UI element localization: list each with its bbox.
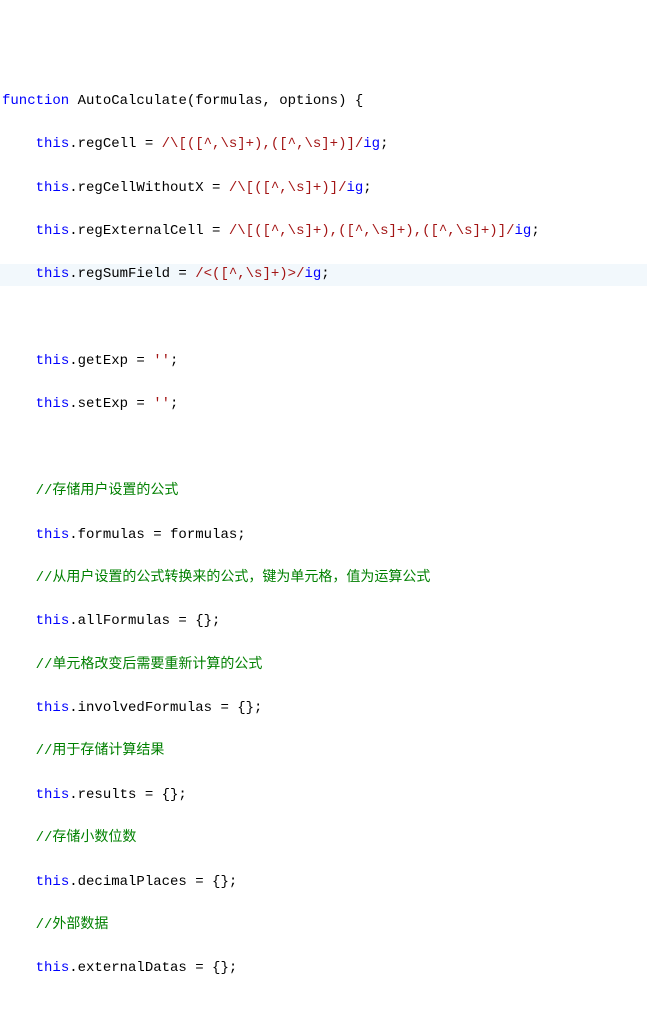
indent bbox=[2, 266, 36, 282]
keyword-this: this bbox=[36, 700, 70, 716]
statement: .formulas = formulas; bbox=[69, 527, 245, 543]
regex: /<([^,\s]+)>/ bbox=[195, 266, 304, 282]
indent bbox=[2, 136, 36, 152]
code-line-5-highlighted: this.regSumField = /<([^,\s]+)>/ig; bbox=[0, 264, 647, 286]
keyword-this: this bbox=[36, 613, 70, 629]
indent bbox=[2, 874, 36, 890]
code-line-1: function AutoCalculate(formulas, options… bbox=[0, 91, 647, 113]
code-line-12: this.involvedFormulas = {}; bbox=[0, 698, 647, 720]
string-literal: '' bbox=[153, 396, 170, 412]
code-line-10: this.formulas = formulas; bbox=[0, 525, 647, 547]
keyword-this: this bbox=[36, 180, 70, 196]
indent bbox=[2, 396, 36, 412]
regex: /\[([^,\s]+),([^,\s]+)]/ bbox=[162, 136, 364, 152]
indent bbox=[2, 787, 36, 803]
blank-line bbox=[0, 438, 647, 460]
comment-line: //存储小数位数 bbox=[0, 828, 647, 850]
code-line-7: this.getExp = ''; bbox=[0, 351, 647, 373]
semicolon: ; bbox=[531, 223, 539, 239]
semicolon: ; bbox=[170, 353, 178, 369]
regex-flags: ig bbox=[304, 266, 321, 282]
keyword-function: function bbox=[2, 93, 69, 109]
indent bbox=[2, 180, 36, 196]
code-line-4: this.regExternalCell = /\[([^,\s]+),([^,… bbox=[0, 221, 647, 243]
indent bbox=[2, 353, 36, 369]
semicolon: ; bbox=[380, 136, 388, 152]
string-literal: '' bbox=[153, 353, 170, 369]
statement: .allFormulas = {}; bbox=[69, 613, 220, 629]
assign: .setExp = bbox=[69, 396, 153, 412]
keyword-this: this bbox=[36, 960, 70, 976]
regex-flags: ig bbox=[363, 136, 380, 152]
code-line-15: this.externalDatas = {}; bbox=[0, 958, 647, 980]
assign: .regSumField = bbox=[69, 266, 195, 282]
assign: .regCell = bbox=[69, 136, 161, 152]
indent bbox=[2, 960, 36, 976]
comment-line: //从用户设置的公式转换来的公式，键为单元格，值为运算公式 bbox=[0, 568, 647, 590]
statement: .results = {}; bbox=[69, 787, 187, 803]
keyword-this: this bbox=[36, 353, 70, 369]
indent bbox=[2, 613, 36, 629]
semicolon: ; bbox=[321, 266, 329, 282]
comment-line: //单元格改变后需要重新计算的公式 bbox=[0, 655, 647, 677]
function-name: AutoCalculate bbox=[78, 93, 187, 109]
regex: /\[([^,\s]+)]/ bbox=[229, 180, 347, 196]
comment-line: //存储用户设置的公式 bbox=[0, 481, 647, 503]
statement: .externalDatas = {}; bbox=[69, 960, 237, 976]
semicolon: ; bbox=[170, 396, 178, 412]
keyword-this: this bbox=[36, 136, 70, 152]
comment-line: //用于存储计算结果 bbox=[0, 741, 647, 763]
statement: .involvedFormulas = {}; bbox=[69, 700, 262, 716]
keyword-this: this bbox=[36, 223, 70, 239]
semicolon: ; bbox=[363, 180, 371, 196]
comment-line: //外部数据 bbox=[0, 915, 647, 937]
code-line-8: this.setExp = ''; bbox=[0, 394, 647, 416]
regex-flags: ig bbox=[515, 223, 532, 239]
indent bbox=[2, 527, 36, 543]
assign: .getExp = bbox=[69, 353, 153, 369]
code-line-13: this.results = {}; bbox=[0, 785, 647, 807]
assign: .regCellWithoutX = bbox=[69, 180, 229, 196]
keyword-this: this bbox=[36, 874, 70, 890]
code-line-3: this.regCellWithoutX = /\[([^,\s]+)]/ig; bbox=[0, 178, 647, 200]
blank-line bbox=[0, 308, 647, 330]
keyword-this: this bbox=[36, 787, 70, 803]
code-line-14: this.decimalPlaces = {}; bbox=[0, 872, 647, 894]
keyword-this: this bbox=[36, 396, 70, 412]
statement: .decimalPlaces = {}; bbox=[69, 874, 237, 890]
regex-flags: ig bbox=[346, 180, 363, 196]
keyword-this: this bbox=[36, 266, 70, 282]
keyword-this: this bbox=[36, 527, 70, 543]
code-line-2: this.regCell = /\[([^,\s]+),([^,\s]+)]/i… bbox=[0, 134, 647, 156]
regex: /\[([^,\s]+),([^,\s]+),([^,\s]+)]/ bbox=[229, 223, 515, 239]
params: (formulas, options) { bbox=[187, 93, 363, 109]
assign: .regExternalCell = bbox=[69, 223, 229, 239]
indent bbox=[2, 700, 36, 716]
indent bbox=[2, 223, 36, 239]
code-line-11: this.allFormulas = {}; bbox=[0, 611, 647, 633]
